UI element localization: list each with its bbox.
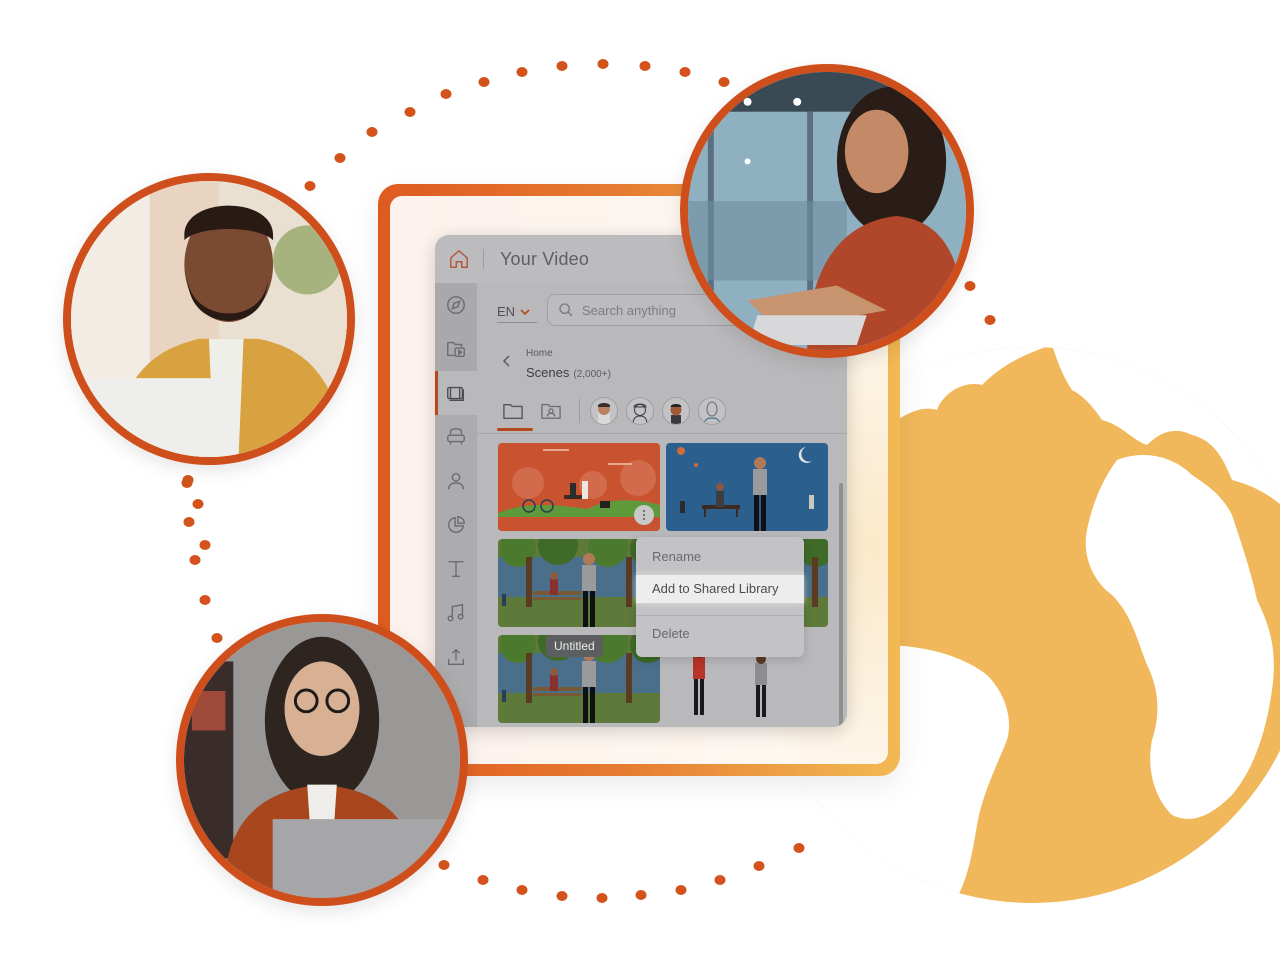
decorative-dot [211, 633, 223, 643]
upload-icon [447, 648, 465, 666]
decorative-dot [477, 875, 489, 885]
tab-user-folder[interactable] [533, 395, 569, 427]
decorative-dot [199, 540, 211, 550]
language-value: EN [497, 304, 516, 319]
sidebar-item-explore[interactable] [435, 283, 477, 327]
video-folder-icon [447, 341, 465, 358]
menu-item-add-to-shared-library[interactable]: Add to Shared Library [636, 575, 804, 603]
folder-icon [503, 403, 523, 419]
decorative-dot [404, 107, 416, 117]
scene-thumbnail-2[interactable] [666, 443, 828, 531]
decorative-dot [964, 281, 976, 291]
chart-icon [448, 516, 465, 533]
sidebar-item-audio[interactable] [435, 591, 477, 635]
decorative-dot [183, 517, 195, 527]
decorative-dot [440, 89, 452, 99]
decorative-dot [182, 475, 194, 485]
sidebar-item-upload[interactable] [435, 635, 477, 679]
decorative-dot [635, 890, 647, 900]
tab-avatar-1[interactable] [590, 397, 618, 425]
text-icon [448, 560, 464, 578]
scene-tooltip: Untitled [546, 635, 603, 657]
sidebar-item-charts[interactable] [435, 503, 477, 547]
music-icon [447, 603, 464, 622]
language-select[interactable]: EN [497, 301, 537, 323]
sidebar-item-scenes[interactable] [435, 371, 477, 415]
portrait-man-mustard-shirt [63, 173, 355, 465]
decorative-dot [189, 555, 201, 565]
more-options-button[interactable] [634, 505, 654, 525]
decorative-dot [714, 875, 726, 885]
menu-separator [636, 615, 804, 616]
search-icon [559, 303, 573, 317]
props-icon [447, 428, 465, 445]
scrollbar[interactable] [839, 483, 843, 727]
decorative-dot [639, 61, 651, 71]
decorative-dot [199, 595, 211, 605]
user-icon [447, 472, 465, 490]
decorative-dot [516, 67, 528, 77]
category-tabs [495, 393, 847, 431]
menu-item-rename[interactable]: Rename [636, 543, 804, 571]
decorative-dot [478, 77, 490, 87]
sidebar-item-props[interactable] [435, 415, 477, 459]
decorative-dot [679, 67, 691, 77]
portrait-woman-glasses [176, 614, 468, 906]
decorative-dot [366, 127, 378, 137]
user-folder-icon [541, 404, 561, 419]
decorative-dot [596, 893, 608, 903]
header-divider [483, 249, 484, 269]
app-title: Your Video [500, 248, 590, 269]
decorative-dot [718, 77, 730, 87]
sidebar-item-text[interactable] [435, 547, 477, 591]
decorative-dot [334, 153, 346, 163]
breadcrumb-parent[interactable]: Home [526, 348, 553, 359]
portrait-woman-curly-hair [680, 64, 974, 358]
decorative-dot [556, 61, 568, 71]
decorative-dot [675, 885, 687, 895]
breadcrumb-title: Scenes (2,000+) [526, 365, 611, 380]
tab-avatar-4[interactable] [698, 397, 726, 425]
menu-item-delete[interactable]: Delete [636, 620, 804, 648]
tab-folder[interactable] [495, 395, 533, 431]
decorative-dot [304, 181, 316, 191]
scene-thumbnail-1[interactable] [498, 443, 660, 531]
sidebar-item-characters[interactable] [435, 459, 477, 503]
decorative-dot [597, 59, 609, 69]
chevron-down-icon [520, 308, 530, 315]
context-menu: Rename Add to Shared Library Delete [636, 537, 804, 657]
sidebar-item-media[interactable] [435, 327, 477, 371]
tabs-divider [477, 433, 847, 434]
tab-avatar-2[interactable] [626, 397, 654, 425]
tab-avatar-3[interactable] [662, 397, 690, 425]
home-icon [450, 250, 468, 268]
tab-separator [579, 399, 580, 423]
decorative-dot [984, 315, 996, 325]
avatar-3-icon [670, 404, 682, 424]
compass-icon [447, 296, 465, 314]
decorative-dot [181, 478, 193, 488]
decorative-dot [438, 860, 450, 870]
avatar-1-icon [598, 403, 610, 424]
back-arrow-icon[interactable] [499, 353, 515, 369]
decorative-dot [192, 499, 204, 509]
scene-count: (2,000+) [573, 369, 611, 380]
avatar-4-icon [703, 401, 721, 424]
decorative-dot [516, 885, 528, 895]
avatar-2-icon [632, 403, 648, 424]
scenes-icon [447, 386, 465, 402]
breadcrumb-title-text: Scenes [526, 365, 570, 380]
decorative-dot [556, 891, 568, 901]
sidebar [435, 283, 477, 727]
home-button[interactable] [435, 235, 483, 283]
